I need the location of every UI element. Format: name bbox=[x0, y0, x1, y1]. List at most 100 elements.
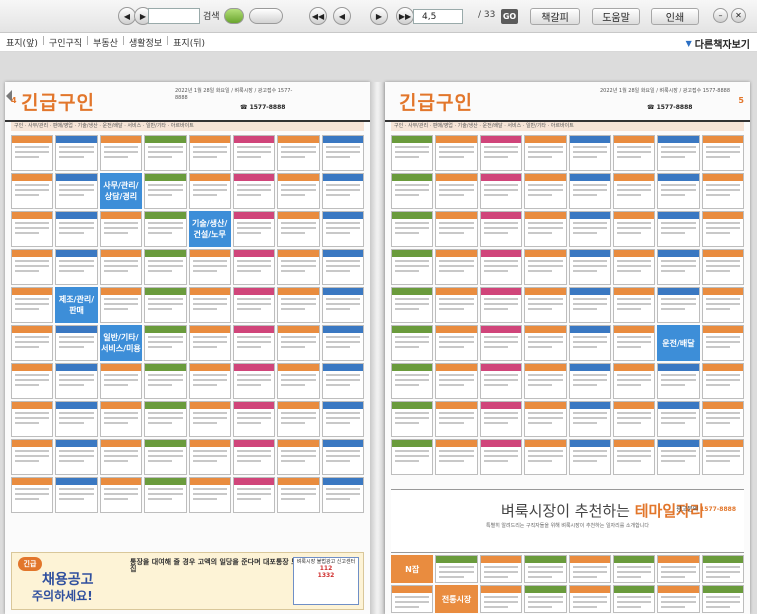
classified-ad[interactable] bbox=[11, 325, 54, 361]
classified-ad[interactable] bbox=[524, 249, 567, 285]
classified-ad[interactable] bbox=[11, 439, 54, 475]
classified-ad[interactable] bbox=[55, 363, 98, 399]
classified-ad[interactable] bbox=[11, 135, 54, 171]
classified-ad[interactable] bbox=[657, 135, 700, 171]
classified-ad[interactable] bbox=[524, 173, 567, 209]
highlight-button[interactable] bbox=[224, 8, 244, 24]
classified-ad[interactable] bbox=[391, 211, 434, 247]
classified-ad[interactable] bbox=[321, 477, 364, 513]
classified-ad[interactable] bbox=[479, 439, 523, 475]
classified-ad[interactable] bbox=[391, 173, 434, 209]
classified-ad[interactable] bbox=[657, 585, 700, 613]
classified-ad[interactable] bbox=[99, 363, 143, 399]
classified-ad[interactable] bbox=[11, 477, 54, 513]
classified-ad[interactable] bbox=[99, 477, 143, 513]
classified-ad[interactable] bbox=[701, 401, 744, 437]
prev-page-button[interactable]: ◀ bbox=[333, 7, 351, 25]
classified-ad[interactable] bbox=[321, 401, 364, 437]
classified-ad[interactable] bbox=[612, 363, 656, 399]
classified-ad[interactable] bbox=[612, 135, 656, 171]
classified-ad[interactable] bbox=[568, 325, 611, 361]
classified-ad[interactable] bbox=[479, 401, 523, 437]
classified-ad[interactable] bbox=[657, 363, 700, 399]
classified-ad[interactable] bbox=[99, 135, 143, 171]
classified-ad[interactable] bbox=[435, 173, 478, 209]
search-button[interactable]: 검색 bbox=[203, 9, 220, 22]
classified-ad[interactable] bbox=[701, 173, 744, 209]
classified-ad[interactable] bbox=[435, 287, 478, 323]
classified-ad[interactable] bbox=[55, 439, 98, 475]
classified-ad[interactable] bbox=[55, 211, 98, 247]
classified-ad[interactable] bbox=[701, 439, 744, 475]
classified-ad[interactable] bbox=[144, 439, 187, 475]
classified-ad[interactable] bbox=[188, 439, 231, 475]
classified-ad[interactable] bbox=[435, 363, 478, 399]
classified-ad[interactable] bbox=[277, 173, 320, 209]
classified-ad[interactable] bbox=[568, 287, 611, 323]
classified-ad[interactable] bbox=[701, 211, 744, 247]
classified-ad[interactable] bbox=[232, 211, 276, 247]
classified-ad[interactable] bbox=[321, 363, 364, 399]
classified-ad[interactable] bbox=[321, 249, 364, 285]
classified-ad[interactable] bbox=[391, 439, 434, 475]
classified-ad[interactable] bbox=[232, 477, 276, 513]
classified-ad[interactable] bbox=[277, 363, 320, 399]
classified-ad[interactable] bbox=[188, 249, 231, 285]
classified-ad[interactable] bbox=[188, 135, 231, 171]
classified-ad[interactable] bbox=[479, 249, 523, 285]
classified-ad[interactable] bbox=[11, 249, 54, 285]
classified-ad[interactable] bbox=[188, 173, 231, 209]
classified-ad[interactable] bbox=[524, 363, 567, 399]
classified-ad[interactable] bbox=[188, 363, 231, 399]
classified-ad[interactable] bbox=[568, 173, 611, 209]
classified-ad[interactable] bbox=[232, 363, 276, 399]
classified-ad[interactable] bbox=[479, 363, 523, 399]
classified-ad[interactable] bbox=[524, 401, 567, 437]
classified-ad[interactable] bbox=[277, 439, 320, 475]
eraser-button[interactable] bbox=[249, 8, 283, 24]
classified-ad[interactable] bbox=[99, 249, 143, 285]
classified-ad[interactable] bbox=[612, 585, 656, 613]
classified-ad[interactable] bbox=[479, 135, 523, 171]
classified-ad[interactable] bbox=[701, 325, 744, 361]
classified-ad[interactable] bbox=[391, 249, 434, 285]
classified-ad[interactable] bbox=[277, 287, 320, 323]
classified-ad[interactable] bbox=[701, 555, 744, 583]
classified-ad[interactable] bbox=[391, 325, 434, 361]
classified-ad[interactable] bbox=[144, 211, 187, 247]
classified-ad[interactable] bbox=[99, 287, 143, 323]
classified-ad[interactable] bbox=[232, 287, 276, 323]
classified-ad[interactable] bbox=[11, 363, 54, 399]
classified-ad[interactable] bbox=[144, 477, 187, 513]
section-link[interactable]: 표지(앞) bbox=[6, 36, 38, 49]
classified-ad[interactable] bbox=[144, 325, 187, 361]
classified-ad[interactable] bbox=[55, 249, 98, 285]
classified-ad[interactable] bbox=[612, 401, 656, 437]
classified-ad[interactable] bbox=[188, 401, 231, 437]
classified-ad[interactable] bbox=[568, 135, 611, 171]
classified-ad[interactable] bbox=[144, 249, 187, 285]
classified-ad[interactable] bbox=[568, 439, 611, 475]
classified-ad[interactable] bbox=[657, 211, 700, 247]
next-page-button[interactable]: ▶ bbox=[370, 7, 388, 25]
classified-ad[interactable] bbox=[188, 287, 231, 323]
classified-ad[interactable] bbox=[479, 585, 523, 613]
print-button[interactable]: 인쇄 bbox=[651, 8, 699, 25]
classified-ad[interactable] bbox=[435, 249, 478, 285]
classified-ad[interactable] bbox=[321, 439, 364, 475]
classified-ad[interactable] bbox=[657, 401, 700, 437]
classified-ad[interactable] bbox=[435, 325, 478, 361]
classified-ad[interactable] bbox=[144, 173, 187, 209]
classified-ad[interactable] bbox=[232, 173, 276, 209]
classified-ad[interactable] bbox=[277, 401, 320, 437]
classified-ad[interactable] bbox=[188, 477, 231, 513]
classified-ad[interactable] bbox=[277, 325, 320, 361]
classified-ad[interactable] bbox=[391, 585, 434, 613]
left-page[interactable]: 4 긴급구인 2022년 1월 28일 화요일 / 벼룩시장 / 광고접수 15… bbox=[5, 82, 370, 614]
classified-ad[interactable] bbox=[524, 135, 567, 171]
classified-ad[interactable] bbox=[391, 135, 434, 171]
classified-ad[interactable] bbox=[568, 249, 611, 285]
classified-ad[interactable] bbox=[144, 401, 187, 437]
classified-ad[interactable] bbox=[435, 211, 478, 247]
classified-ad[interactable] bbox=[277, 135, 320, 171]
